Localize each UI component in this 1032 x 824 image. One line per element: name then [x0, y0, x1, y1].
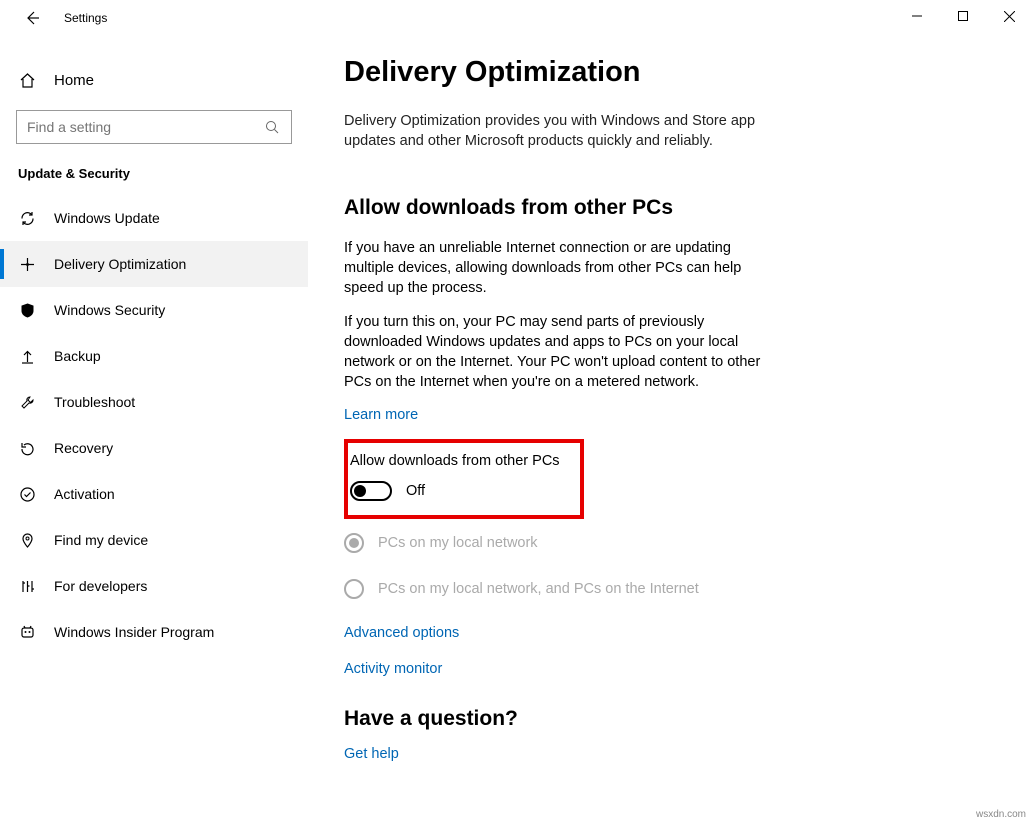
section-title: Update & Security: [0, 166, 308, 195]
insider-icon: [18, 623, 36, 641]
sidebar-item-label: Backup: [54, 348, 101, 364]
back-button[interactable]: [18, 4, 46, 32]
section-heading: Allow downloads from other PCs: [344, 196, 998, 220]
recovery-icon: [18, 439, 36, 457]
sidebar-item-label: Delivery Optimization: [54, 256, 186, 272]
learn-more-link[interactable]: Learn more: [344, 407, 418, 423]
question-heading: Have a question?: [344, 707, 998, 731]
toggle-label: Allow downloads from other PCs: [350, 453, 570, 469]
allow-downloads-toggle[interactable]: [350, 481, 392, 501]
maximize-button[interactable]: [940, 0, 986, 32]
section-para-1: If you have an unreliable Internet conne…: [344, 238, 774, 298]
radio-label: PCs on my local network: [378, 535, 538, 551]
watermark: wsxdn.com: [976, 809, 1026, 820]
sidebar-item-troubleshoot[interactable]: Troubleshoot: [0, 379, 308, 425]
section-para-2: If you turn this on, your PC may send pa…: [344, 312, 774, 392]
delivery-icon: [18, 255, 36, 273]
toggle-state: Off: [406, 483, 425, 499]
sidebar-item-delivery-optimization[interactable]: Delivery Optimization: [0, 241, 308, 287]
sidebar-item-find-my-device[interactable]: Find my device: [0, 517, 308, 563]
search-input[interactable]: [16, 110, 292, 144]
sidebar-item-windows-security[interactable]: Windows Security: [0, 287, 308, 333]
home-icon: [18, 71, 36, 89]
advanced-options-link[interactable]: Advanced options: [344, 625, 998, 641]
radio-option-internet[interactable]: PCs on my local network, and PCs on the …: [344, 579, 998, 599]
window-title: Settings: [64, 11, 107, 25]
highlight-box: Allow downloads from other PCs Off: [344, 439, 584, 519]
wrench-icon: [18, 393, 36, 411]
activity-monitor-link[interactable]: Activity monitor: [344, 661, 998, 677]
search-icon: [263, 118, 281, 136]
sidebar-item-label: Windows Security: [54, 302, 165, 318]
minimize-button[interactable]: [894, 0, 940, 32]
sidebar-item-label: Troubleshoot: [54, 394, 135, 410]
backup-icon: [18, 347, 36, 365]
radio-icon: [344, 533, 364, 553]
radio-icon: [344, 579, 364, 599]
sidebar-item-recovery[interactable]: Recovery: [0, 425, 308, 471]
sidebar-item-label: Recovery: [54, 440, 113, 456]
sidebar-item-label: Activation: [54, 486, 115, 502]
home-label: Home: [54, 72, 94, 89]
sidebar-item-label: Windows Insider Program: [54, 624, 214, 640]
radio-label: PCs on my local network, and PCs on the …: [378, 581, 699, 597]
home-link[interactable]: Home: [0, 60, 308, 100]
radio-option-local[interactable]: PCs on my local network: [344, 533, 998, 553]
sidebar-item-label: Windows Update: [54, 210, 160, 226]
sidebar-item-label: Find my device: [54, 532, 148, 548]
check-circle-icon: [18, 485, 36, 503]
page-description: Delivery Optimization provides you with …: [344, 111, 764, 152]
close-button[interactable]: [986, 0, 1032, 32]
sidebar-item-for-developers[interactable]: For developers: [0, 563, 308, 609]
get-help-link[interactable]: Get help: [344, 746, 399, 762]
sidebar-item-label: For developers: [54, 578, 147, 594]
sidebar-item-activation[interactable]: Activation: [0, 471, 308, 517]
sidebar-item-windows-insider[interactable]: Windows Insider Program: [0, 609, 308, 655]
location-icon: [18, 531, 36, 549]
sidebar: Home Update & Security Windows Update De…: [0, 36, 308, 824]
sidebar-item-backup[interactable]: Backup: [0, 333, 308, 379]
shield-icon: [18, 301, 36, 319]
page-title: Delivery Optimization: [344, 56, 998, 89]
search-field[interactable]: [27, 119, 263, 135]
sidebar-item-windows-update[interactable]: Windows Update: [0, 195, 308, 241]
developers-icon: [18, 577, 36, 595]
sync-icon: [18, 209, 36, 227]
main-content: Delivery Optimization Delivery Optimizat…: [308, 36, 1032, 824]
toggle-knob: [354, 485, 366, 497]
